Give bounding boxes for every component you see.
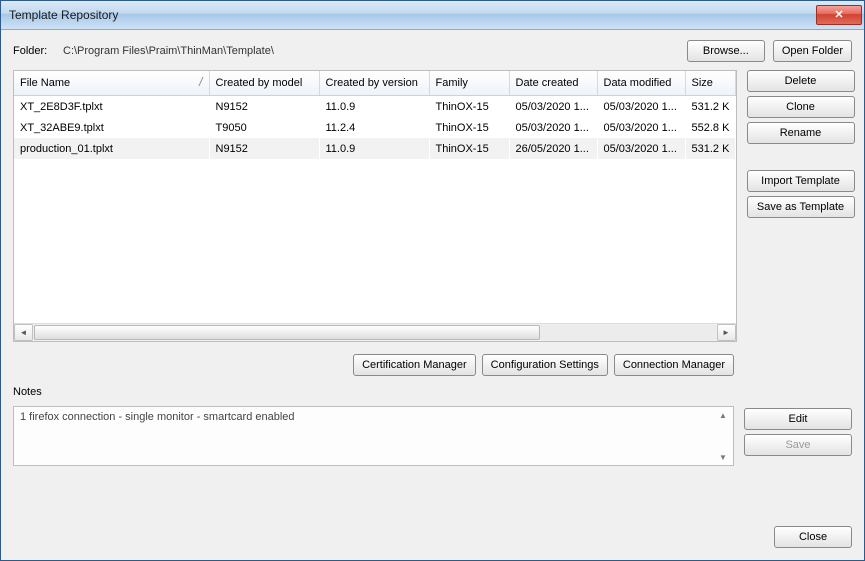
delete-button[interactable]: Delete — [747, 70, 855, 92]
cell-file: XT_32ABE9.tplxt — [14, 117, 209, 138]
close-icon: ✕ — [834, 10, 843, 21]
cell-version: 11.0.9 — [319, 96, 429, 118]
cell-modified: 05/03/2020 1... — [597, 117, 685, 138]
cell-model: N9152 — [209, 138, 319, 159]
configuration-settings-button[interactable]: Configuration Settings — [482, 354, 608, 376]
cell-version: 11.2.4 — [319, 117, 429, 138]
manager-buttons: Certification Manager Configuration Sett… — [13, 354, 734, 376]
table-body: XT_2E8D3F.tplxtN915211.0.9ThinOX-1505/03… — [14, 96, 735, 324]
file-table-grid: File Name/ Created by model Created by v… — [14, 71, 736, 323]
cell-created: 26/05/2020 1... — [509, 138, 597, 159]
certification-manager-button[interactable]: Certification Manager — [353, 354, 476, 376]
scroll-thumb[interactable] — [34, 325, 540, 340]
col-file-name[interactable]: File Name/ — [14, 71, 209, 96]
scroll-left-arrow[interactable]: ◄ — [14, 324, 33, 341]
table-row[interactable]: XT_32ABE9.tplxtT905011.2.4ThinOX-1505/03… — [14, 117, 735, 138]
table-row — [14, 159, 735, 180]
cell-size: 552.8 K — [685, 117, 735, 138]
rename-button[interactable]: Rename — [747, 122, 855, 144]
cell-created: 05/03/2020 1... — [509, 96, 597, 118]
scroll-right-arrow[interactable]: ► — [717, 324, 736, 341]
sort-indicator: / — [199, 75, 202, 89]
folder-row: Folder: C:\Program Files\Praim\ThinMan\T… — [13, 40, 852, 62]
cell-size: 531.2 K — [685, 138, 735, 159]
col-date-created[interactable]: Date created — [509, 71, 597, 96]
main-area: File Name/ Created by model Created by v… — [13, 70, 852, 342]
window-title: Template Repository — [9, 8, 816, 22]
notes-textarea[interactable]: 1 firefox connection - single monitor - … — [13, 406, 734, 466]
save-as-template-button[interactable]: Save as Template — [747, 196, 855, 218]
template-repository-window: Template Repository ✕ Folder: C:\Program… — [0, 0, 865, 561]
col-data-modified[interactable]: Data modified — [597, 71, 685, 96]
footer: Close — [13, 526, 852, 548]
notes-side-buttons: Edit Save — [744, 406, 852, 456]
window-close-button[interactable]: ✕ — [816, 5, 862, 25]
cell-modified: 05/03/2020 1... — [597, 138, 685, 159]
table-row — [14, 180, 735, 201]
cell-file: XT_2E8D3F.tplxt — [14, 96, 209, 118]
import-template-button[interactable]: Import Template — [747, 170, 855, 192]
save-button[interactable]: Save — [744, 434, 852, 456]
browse-button[interactable]: Browse... — [687, 40, 765, 62]
notes-row: 1 firefox connection - single monitor - … — [13, 406, 852, 466]
cell-family: ThinOX-15 — [429, 138, 509, 159]
horizontal-scrollbar[interactable]: ◄ ► — [14, 323, 736, 341]
table-row — [14, 201, 735, 222]
col-size[interactable]: Size — [685, 71, 735, 96]
file-table-scroll: File Name/ Created by model Created by v… — [14, 71, 736, 323]
cell-family: ThinOX-15 — [429, 117, 509, 138]
table-row[interactable]: XT_2E8D3F.tplxtN915211.0.9ThinOX-1505/03… — [14, 96, 735, 118]
cell-created: 05/03/2020 1... — [509, 117, 597, 138]
notes-label: Notes — [13, 386, 852, 398]
side-buttons: Delete Clone Rename Import Template Save… — [747, 70, 855, 342]
clone-button[interactable]: Clone — [747, 96, 855, 118]
folder-label: Folder: — [13, 45, 53, 57]
client-area: Folder: C:\Program Files\Praim\ThinMan\T… — [1, 30, 864, 560]
cell-model: N9152 — [209, 96, 319, 118]
notes-text: 1 firefox connection - single monitor - … — [20, 411, 295, 423]
scroll-down-arrow[interactable]: ▼ — [716, 450, 730, 464]
col-created-version[interactable]: Created by version — [319, 71, 429, 96]
folder-path: C:\Program Files\Praim\ThinMan\Template\ — [61, 45, 679, 57]
table-row — [14, 243, 735, 264]
table-row — [14, 285, 735, 306]
open-folder-button[interactable]: Open Folder — [773, 40, 852, 62]
cell-family: ThinOX-15 — [429, 96, 509, 118]
scroll-up-arrow[interactable]: ▲ — [716, 408, 730, 422]
edit-button[interactable]: Edit — [744, 408, 852, 430]
close-button[interactable]: Close — [774, 526, 852, 548]
cell-model: T9050 — [209, 117, 319, 138]
table-row — [14, 222, 735, 243]
scroll-track[interactable] — [34, 325, 716, 340]
connection-manager-button[interactable]: Connection Manager — [614, 354, 734, 376]
cell-size: 531.2 K — [685, 96, 735, 118]
cell-modified: 05/03/2020 1... — [597, 96, 685, 118]
cell-version: 11.0.9 — [319, 138, 429, 159]
table-row[interactable]: production_01.tplxtN915211.0.9ThinOX-152… — [14, 138, 735, 159]
table-row — [14, 264, 735, 285]
col-created-model[interactable]: Created by model — [209, 71, 319, 96]
file-table: File Name/ Created by model Created by v… — [13, 70, 737, 342]
cell-file: production_01.tplxt — [14, 138, 209, 159]
titlebar: Template Repository ✕ — [1, 1, 864, 30]
notes-scrollbar[interactable]: ▲ ▼ — [716, 408, 732, 464]
col-family[interactable]: Family — [429, 71, 509, 96]
table-row — [14, 306, 735, 323]
table-header-row: File Name/ Created by model Created by v… — [14, 71, 735, 96]
